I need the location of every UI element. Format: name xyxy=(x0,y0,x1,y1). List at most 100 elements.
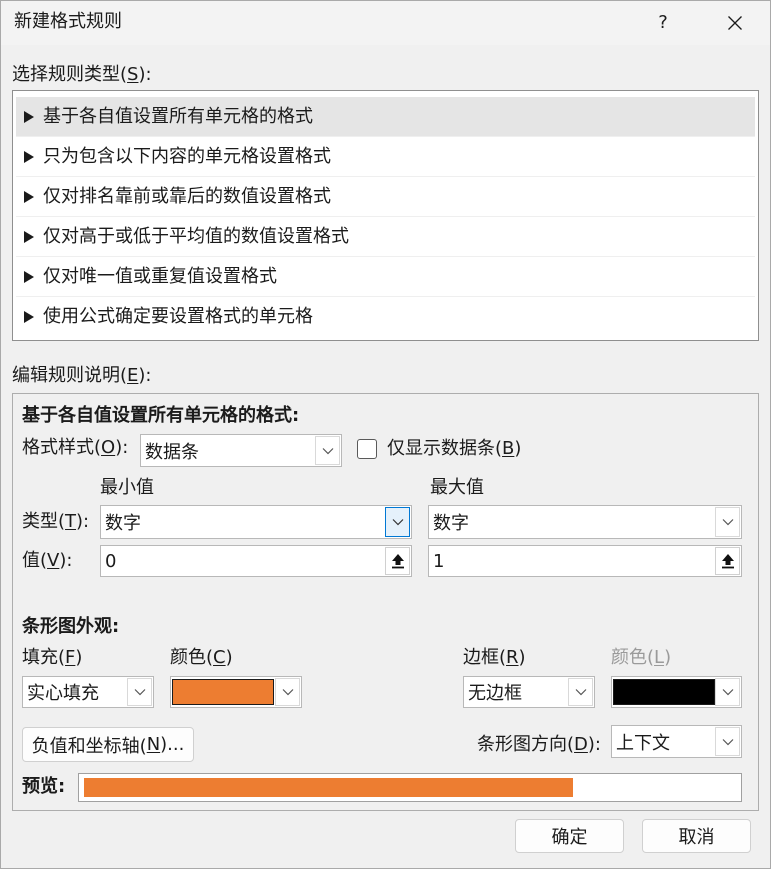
label-text: 边框( xyxy=(463,647,507,668)
fill-color-swatch xyxy=(172,679,274,705)
minimum-value-range-button[interactable] xyxy=(385,547,410,575)
label-text: 值( xyxy=(22,550,48,571)
maximum-type-dropdown-button[interactable] xyxy=(715,507,740,537)
expand-arrow-icon xyxy=(24,311,34,323)
fill-type-dropdown-button[interactable] xyxy=(127,678,152,706)
close-icon xyxy=(728,15,742,30)
chevron-down-icon xyxy=(282,689,293,696)
rule-description-heading: 基于各自值设置所有单元格的格式: xyxy=(22,405,300,426)
rule-description-panel: 基于各自值设置所有单元格的格式: 格式样式(O): 数据条 仅显示数据条(B) … xyxy=(12,393,759,811)
label-text: ): xyxy=(587,734,601,755)
ok-button[interactable]: 确定 xyxy=(515,819,624,853)
fill-type-value: 实心填充 xyxy=(27,683,99,704)
minimum-type-dropdown-button[interactable] xyxy=(385,507,410,537)
new-formatting-rule-dialog: 新建格式规则 ? 选择规则类型(S): 基于各自值设置所有单元格的格式 只为包含… xyxy=(0,0,771,869)
border-color-dropdown-button[interactable] xyxy=(715,678,740,706)
rule-type-item[interactable]: 仅对唯一值或重复值设置格式 xyxy=(16,257,755,297)
format-style-dropdown[interactable]: 数据条 xyxy=(140,434,342,467)
label-text: ): xyxy=(76,511,90,532)
label-text: 条形图方向( xyxy=(477,734,575,755)
label-text: )... xyxy=(160,734,185,755)
preview-box xyxy=(78,773,742,802)
value-label: 值(V): xyxy=(22,549,72,573)
access-key: S xyxy=(127,64,139,85)
label-text: 颜色( xyxy=(170,647,214,668)
rule-type-item[interactable]: 只为包含以下内容的单元格设置格式 xyxy=(16,137,755,177)
maximum-header: 最大值 xyxy=(430,477,484,498)
label-text: ) xyxy=(518,647,526,668)
label-text: 编辑规则说明( xyxy=(12,365,128,386)
fill-type-dropdown[interactable]: 实心填充 xyxy=(22,676,154,708)
label-text: ): xyxy=(138,64,152,85)
rule-type-label: 使用公式确定要设置格式的单元格 xyxy=(43,306,313,327)
label-text: ): xyxy=(138,365,152,386)
access-key: N xyxy=(146,734,161,755)
chevron-down-icon xyxy=(322,447,333,454)
minimum-header: 最小值 xyxy=(100,477,154,498)
access-key: T xyxy=(65,511,77,532)
rule-type-label: 仅对唯一值或重复值设置格式 xyxy=(43,266,277,287)
maximum-type-dropdown[interactable]: 数字 xyxy=(428,505,742,539)
border-color-dropdown[interactable] xyxy=(611,676,742,708)
bar-direction-value: 上下文 xyxy=(616,732,670,754)
chevron-down-icon xyxy=(722,738,733,745)
minimum-value-input[interactable]: 0 xyxy=(100,545,412,577)
label-text: ): xyxy=(59,550,73,571)
maximum-value-range-button[interactable] xyxy=(715,547,740,575)
negative-value-and-axis-button[interactable]: 负值和坐标轴(N)... xyxy=(22,727,194,762)
rule-type-label: 仅对高于或低于平均值的数值设置格式 xyxy=(43,226,349,247)
rule-type-item[interactable]: 使用公式确定要设置格式的单元格 xyxy=(16,297,755,337)
rule-description-section-label: 编辑规则说明(E): xyxy=(12,364,152,388)
maximum-type-value: 数字 xyxy=(433,513,469,534)
rule-type-item[interactable]: 仅对排名靠前或靠后的数值设置格式 xyxy=(16,177,755,217)
format-style-dropdown-button[interactable] xyxy=(315,436,340,465)
label-text: 格式样式( xyxy=(22,437,102,458)
fill-color-label: 颜色(C) xyxy=(170,646,233,670)
show-bar-only-checkbox[interactable] xyxy=(357,439,377,459)
border-type-dropdown-button[interactable] xyxy=(568,678,593,706)
title-bar: 新建格式规则 ? xyxy=(0,0,771,45)
access-key: C xyxy=(213,647,226,668)
border-type-dropdown[interactable]: 无边框 xyxy=(463,676,595,708)
fill-color-dropdown[interactable] xyxy=(170,676,302,708)
rule-type-item[interactable]: 基于各自值设置所有单元格的格式 xyxy=(16,97,755,137)
label-text: ) xyxy=(514,438,522,459)
maximum-value-input[interactable]: 1 xyxy=(428,545,742,577)
bar-direction-dropdown-button[interactable] xyxy=(715,727,740,756)
format-style-label: 格式样式(O): xyxy=(22,436,128,460)
collapse-dialog-icon xyxy=(721,554,734,569)
collapse-dialog-icon xyxy=(391,554,404,569)
close-button[interactable] xyxy=(712,0,758,45)
rule-type-item[interactable]: 仅对高于或低于平均值的数值设置格式 xyxy=(16,217,755,257)
expand-arrow-icon xyxy=(24,151,34,163)
bar-direction-label: 条形图方向(D): xyxy=(477,733,601,757)
border-color-label: 颜色(L) xyxy=(611,646,671,670)
label-text: 选择规则类型( xyxy=(12,64,128,85)
rule-type-section-label: 选择规则类型(S): xyxy=(12,63,152,87)
help-button[interactable]: ? xyxy=(640,0,686,45)
rule-type-list[interactable]: 基于各自值设置所有单元格的格式 只为包含以下内容的单元格设置格式 仅对排名靠前或… xyxy=(12,90,759,341)
minimum-type-value: 数字 xyxy=(105,513,141,534)
access-key: V xyxy=(47,550,60,571)
format-style-value: 数据条 xyxy=(145,441,199,463)
access-key: D xyxy=(574,734,588,755)
dialog-title: 新建格式规则 xyxy=(14,11,122,32)
expand-arrow-icon xyxy=(24,191,34,203)
minimum-type-dropdown[interactable]: 数字 xyxy=(100,505,412,539)
rule-type-label: 只为包含以下内容的单元格设置格式 xyxy=(43,146,331,167)
label-text: 仅显示数据条( xyxy=(387,438,503,459)
fill-color-dropdown-button[interactable] xyxy=(275,678,300,706)
label-text: 填充( xyxy=(22,647,66,668)
border-color-swatch xyxy=(613,679,715,705)
fill-label: 填充(F) xyxy=(22,646,82,670)
chevron-down-icon xyxy=(134,689,145,696)
help-icon: ? xyxy=(658,12,668,33)
chevron-down-icon xyxy=(575,689,586,696)
access-key: O xyxy=(101,437,116,458)
bar-direction-dropdown[interactable]: 上下文 xyxy=(611,725,742,758)
cancel-button[interactable]: 取消 xyxy=(642,819,751,853)
show-bar-only-label[interactable]: 仅显示数据条(B) xyxy=(387,437,521,461)
expand-arrow-icon xyxy=(24,111,34,123)
chevron-down-icon xyxy=(722,689,733,696)
minimum-value-text: 0 xyxy=(105,550,117,572)
